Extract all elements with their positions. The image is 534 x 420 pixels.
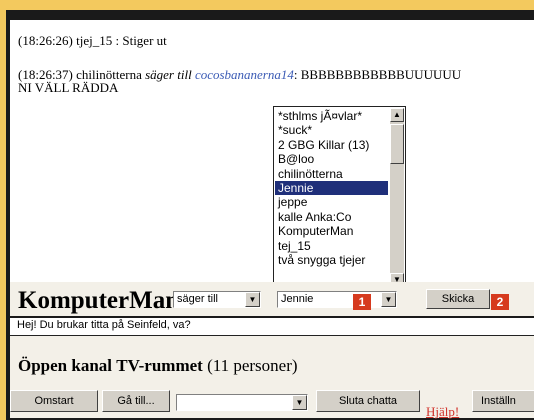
user-item[interactable]: chilinötterna bbox=[275, 167, 388, 181]
chevron-down-icon[interactable]: ▼ bbox=[245, 292, 260, 307]
send-button[interactable]: Skicka bbox=[426, 289, 490, 309]
settings-button[interactable]: Inställn bbox=[472, 390, 534, 412]
chat-timestamp: (18:26:26) bbox=[18, 33, 73, 48]
channel-bar: Öppen kanal TV-rummet (11 personer) Omst… bbox=[10, 336, 534, 419]
user-item[interactable]: två snygga tjejer bbox=[275, 253, 388, 267]
chat-line-continued: NI VÄLL RÄDDA bbox=[18, 80, 119, 95]
user-list-scrollbar[interactable]: ▲ ▼ bbox=[390, 108, 404, 287]
channel-prefix: Öppen kanal bbox=[18, 356, 113, 375]
chat-text: : BBBBBBBBBBBBUUUUUU bbox=[293, 67, 462, 82]
annotation-badge: 1 bbox=[353, 294, 371, 310]
channel-title: Öppen kanal TV-rummet (11 personer) bbox=[18, 356, 298, 376]
user-item-selected[interactable]: Jennie bbox=[275, 180, 388, 196]
nickname: KomputerMan bbox=[18, 287, 180, 314]
chat-verb: säger till bbox=[145, 67, 192, 82]
recipient-select[interactable]: Jennie ▼ bbox=[277, 291, 397, 308]
goto-select[interactable]: ▼ bbox=[176, 394, 308, 411]
mode-select[interactable]: säger till ▼ bbox=[173, 291, 261, 308]
channel-name: TV-rummet bbox=[116, 356, 203, 375]
channel-count: (11 personer) bbox=[207, 356, 298, 375]
message-input[interactable]: Hej! Du brukar titta på Seinfeld, va? bbox=[10, 318, 534, 336]
user-item[interactable]: *sthlms jÃ¤vlar* bbox=[275, 109, 388, 123]
user-item[interactable]: *suck* bbox=[275, 123, 388, 137]
user-list[interactable]: *sthlms jÃ¤vlar* *suck* 2 GBG Killar (13… bbox=[273, 106, 406, 289]
mode-select-value: säger till bbox=[177, 293, 218, 305]
goto-button[interactable]: Gå till... bbox=[102, 390, 170, 412]
scroll-up-icon[interactable]: ▲ bbox=[390, 108, 404, 122]
annotation-badge: 2 bbox=[491, 294, 509, 310]
chevron-down-icon[interactable]: ▼ bbox=[292, 395, 307, 410]
user-item[interactable]: jeppe bbox=[275, 195, 388, 209]
user-item[interactable]: KomputerMan bbox=[275, 224, 388, 238]
restart-button[interactable]: Omstart bbox=[10, 390, 98, 412]
user-item[interactable]: B@loo bbox=[275, 152, 388, 166]
chat-recipient[interactable]: cocosbananerna14 bbox=[195, 67, 294, 82]
user-list-items: *sthlms jÃ¤vlar* *suck* 2 GBG Killar (13… bbox=[275, 109, 388, 267]
user-item[interactable]: kalle Anka:Co bbox=[275, 210, 388, 224]
quit-chat-button[interactable]: Sluta chatta bbox=[316, 390, 420, 412]
scroll-thumb[interactable] bbox=[390, 124, 404, 164]
chat-text: tjej_15 : Stiger ut bbox=[76, 33, 167, 48]
chevron-down-icon[interactable]: ▼ bbox=[381, 292, 396, 307]
user-item[interactable]: 2 GBG Killar (13) bbox=[275, 138, 388, 152]
recipient-select-value: Jennie bbox=[281, 293, 314, 305]
chat-log: (18:26:26) tjej_15 : Stiger ut (18:26:37… bbox=[10, 20, 534, 282]
user-item[interactable]: tej_15 bbox=[275, 239, 388, 253]
message-input-text: Hej! Du brukar titta på Seinfeld, va? bbox=[17, 319, 191, 331]
compose-bar: KomputerMan säger till ▼ Jennie ▼ 1 Skic… bbox=[10, 282, 534, 316]
chat-line: (18:26:26) tjej_15 : Stiger ut bbox=[18, 34, 167, 47]
